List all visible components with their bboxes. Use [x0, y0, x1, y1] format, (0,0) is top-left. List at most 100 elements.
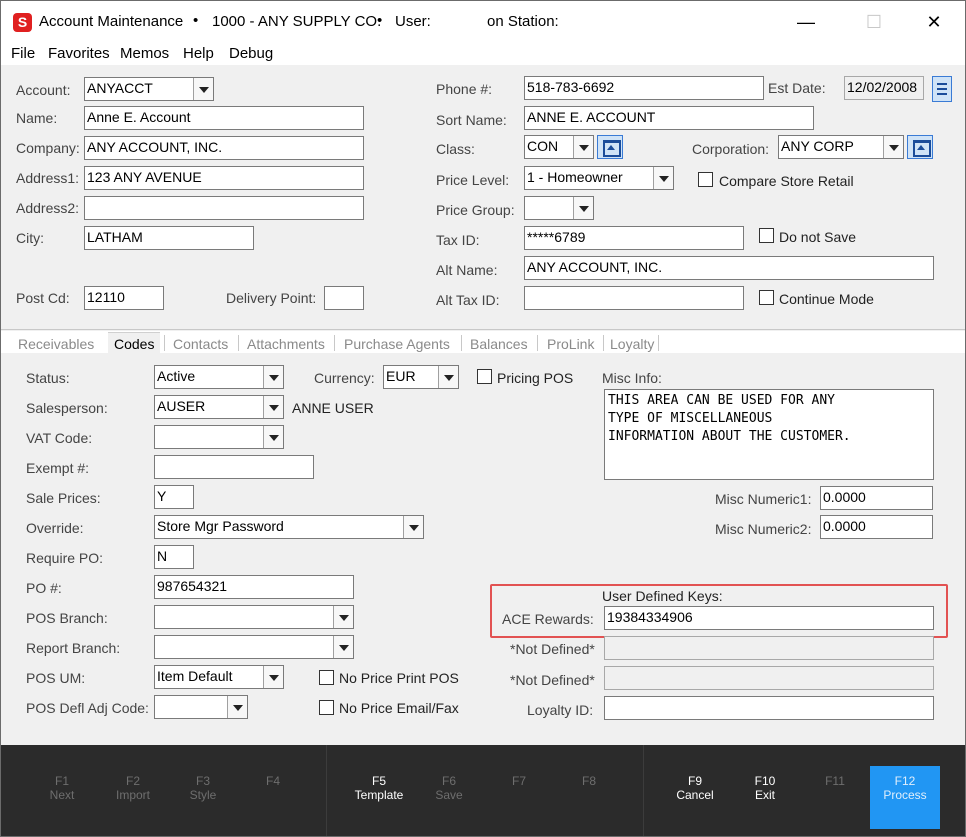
postcd-field[interactable]: 12110: [84, 286, 164, 310]
corporation-combo[interactable]: ANY CORP: [778, 135, 904, 159]
class-lookup-icon[interactable]: [597, 135, 623, 159]
menu-help[interactable]: Help: [183, 45, 214, 62]
f9-cancel-button[interactable]: F9 Cancel: [660, 774, 730, 802]
status-combo[interactable]: Active: [154, 365, 284, 389]
chevron-down-icon[interactable]: [263, 396, 283, 418]
menu-memos[interactable]: Memos: [120, 45, 169, 62]
account-label: Account:: [16, 82, 71, 98]
f12-process-button[interactable]: F12 Process: [870, 766, 940, 829]
exempt-field[interactable]: [154, 455, 314, 479]
not-defined-2-label: *Not Defined*: [510, 672, 595, 688]
tab-receivables[interactable]: Receivables: [18, 336, 94, 352]
minimize-button[interactable]: —: [783, 7, 829, 37]
override-combo[interactable]: Store Mgr Password: [154, 515, 424, 539]
chevron-down-icon[interactable]: [403, 516, 423, 538]
chevron-down-icon[interactable]: [333, 636, 353, 658]
chevron-down-icon[interactable]: [883, 136, 903, 158]
sort-name-field[interactable]: ANNE E. ACCOUNT: [524, 106, 814, 130]
exempt-label: Exempt #:: [26, 460, 90, 476]
alt-tax-id-label: Alt Tax ID:: [436, 292, 500, 308]
report-branch-combo[interactable]: [154, 635, 354, 659]
f7-button[interactable]: F7: [484, 774, 554, 788]
delivery-point-field[interactable]: [324, 286, 364, 310]
sort-name-label: Sort Name:: [436, 112, 507, 128]
close-button[interactable]: ✕: [911, 7, 957, 37]
name-field[interactable]: Anne E. Account: [84, 106, 364, 130]
chevron-down-icon[interactable]: [573, 197, 593, 219]
f1-next-button[interactable]: F1 Next: [27, 774, 97, 802]
alt-name-field[interactable]: ANY ACCOUNT, INC.: [524, 256, 934, 280]
ace-rewards-field[interactable]: 19384334906: [604, 606, 934, 630]
address1-field[interactable]: 123 ANY AVENUE: [84, 166, 364, 190]
corporation-lookup-icon[interactable]: [907, 135, 933, 159]
chevron-down-icon[interactable]: [438, 366, 458, 388]
fkey-code: F2: [125, 774, 140, 788]
tab-contacts[interactable]: Contacts: [173, 336, 228, 352]
f4-button[interactable]: F4: [238, 774, 308, 788]
misc-numeric1-field[interactable]: 0.0000: [820, 486, 933, 510]
chevron-down-icon[interactable]: [333, 606, 353, 628]
menu-favorites[interactable]: Favorites: [48, 45, 110, 62]
hamburger-menu-icon[interactable]: [932, 76, 952, 102]
chevron-down-icon[interactable]: [573, 136, 593, 158]
menu-file[interactable]: File: [11, 45, 35, 62]
misc-info-textarea[interactable]: THIS AREA CAN BE USED FOR ANY TYPE OF MI…: [604, 389, 934, 480]
f6-save-button[interactable]: F6 Save: [414, 774, 484, 802]
price-group-combo[interactable]: [524, 196, 594, 220]
misc-numeric2-field[interactable]: 0.0000: [820, 515, 933, 539]
account-combo[interactable]: ANYACCT: [84, 77, 214, 101]
corporation-label: Corporation:: [692, 141, 770, 157]
menu-debug[interactable]: Debug: [229, 45, 273, 62]
salesperson-name: ANNE USER: [292, 400, 374, 416]
pos-um-combo[interactable]: Item Default: [154, 665, 284, 689]
tab-attachments[interactable]: Attachments: [247, 336, 325, 352]
tab-codes[interactable]: Codes: [108, 332, 161, 353]
loyalty-id-field[interactable]: [604, 696, 934, 720]
chevron-down-icon[interactable]: [263, 366, 283, 388]
pos-branch-combo[interactable]: [154, 605, 354, 629]
no-price-email-fax-checkbox[interactable]: [319, 700, 334, 715]
sale-prices-field[interactable]: Y: [154, 485, 194, 509]
f11-button[interactable]: F11: [800, 774, 870, 788]
address2-field[interactable]: [84, 196, 364, 220]
vat-code-combo[interactable]: [154, 425, 284, 449]
tax-id-field[interactable]: *****6789: [524, 226, 744, 250]
chevron-down-icon[interactable]: [653, 167, 673, 189]
chevron-down-icon[interactable]: [193, 78, 213, 100]
tab-separator: [537, 335, 538, 351]
chevron-down-icon[interactable]: [227, 696, 247, 718]
require-po-field[interactable]: N: [154, 545, 194, 569]
loyalty-id-label: Loyalty ID:: [527, 702, 594, 718]
phone-field[interactable]: 518-783-6692: [524, 76, 764, 100]
pricing-pos-checkbox[interactable]: [477, 369, 492, 384]
f10-exit-button[interactable]: F10 Exit: [730, 774, 800, 802]
alt-tax-id-field[interactable]: [524, 286, 744, 310]
pos-defl-adj-code-combo[interactable]: [154, 695, 248, 719]
postcd-label: Post Cd:: [16, 290, 70, 306]
city-field[interactable]: LATHAM: [84, 226, 254, 250]
tab-prolink[interactable]: ProLink: [547, 336, 594, 352]
do-not-save-checkbox[interactable]: [759, 228, 774, 243]
tab-loyalty[interactable]: Loyalty: [610, 336, 654, 352]
compare-store-retail-checkbox[interactable]: [698, 172, 713, 187]
chevron-down-icon[interactable]: [263, 426, 283, 448]
f2-import-button[interactable]: F2 Import: [98, 774, 168, 802]
misc-numeric2-label: Misc Numeric2:: [715, 521, 812, 537]
delivery-point-label: Delivery Point:: [226, 290, 317, 306]
no-price-print-pos-checkbox[interactable]: [319, 670, 334, 685]
require-po-label: Require PO:: [26, 550, 104, 566]
salesperson-combo[interactable]: AUSER: [154, 395, 284, 419]
f8-button[interactable]: F8: [554, 774, 624, 788]
maximize-button[interactable]: ☐: [851, 7, 897, 37]
tab-purchase-agents[interactable]: Purchase Agents: [344, 336, 450, 352]
tab-balances[interactable]: Balances: [470, 336, 528, 352]
chevron-down-icon[interactable]: [263, 666, 283, 688]
f3-style-button[interactable]: F3 Style: [168, 774, 238, 802]
class-combo[interactable]: CON: [524, 135, 594, 159]
company-field[interactable]: ANY ACCOUNT, INC.: [84, 136, 364, 160]
po-number-field[interactable]: 987654321: [154, 575, 354, 599]
currency-combo[interactable]: EUR: [383, 365, 459, 389]
continue-mode-checkbox[interactable]: [759, 290, 774, 305]
price-level-combo[interactable]: 1 - Homeowner: [524, 166, 674, 190]
f5-template-button[interactable]: F5 Template: [344, 774, 414, 802]
